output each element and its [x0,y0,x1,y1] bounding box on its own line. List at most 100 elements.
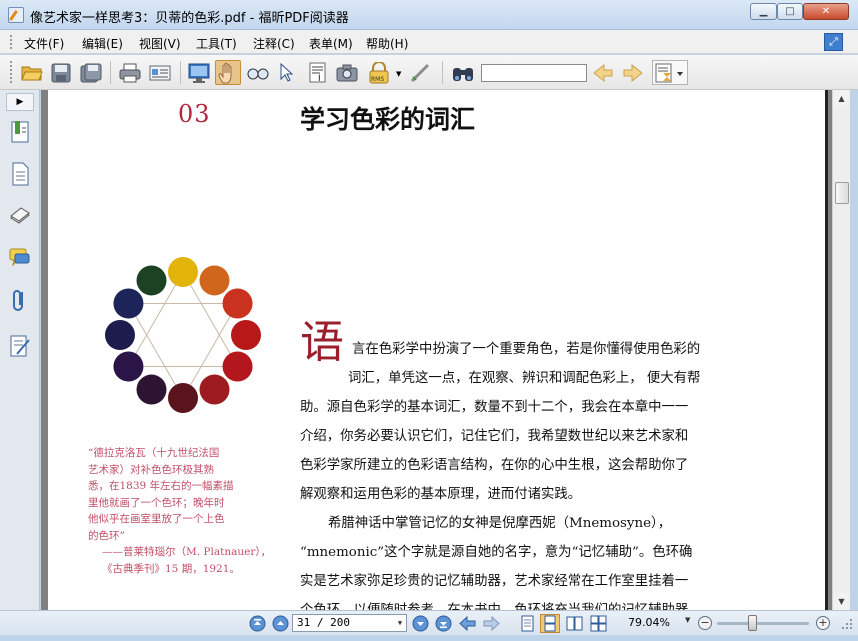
pages-icon[interactable] [9,162,33,188]
comments-icon[interactable] [9,246,33,272]
pdf-page: 03 学习色彩的词汇 “德拉克洛瓦（十九世纪法国 艺术家）对补色色环极其熟 悉，… [48,90,828,610]
facing-pages-icon[interactable] [566,615,583,632]
quote-line: 悉，在1839 年左右的一幅素描 [88,480,234,492]
toolbar: I RMS ▼ [0,55,858,90]
previous-page-icon[interactable] [272,615,289,632]
menu-bar: 文件(F) 编辑(E) 视图(V) 工具(T) 注释(C) 表单(M) 帮助(H… [0,30,858,54]
body-line: 词汇，单凭这一点，在观察、辨识和调配色彩上， 便大有帮 [348,371,701,386]
next-view-icon[interactable] [483,615,500,632]
continuous-page-icon[interactable] [540,614,560,633]
binoculars-search-icon[interactable] [450,60,476,85]
zoom-text-icon[interactable] [245,60,271,85]
quote-source: ——普莱特瑙尔（M. Platnauer）， [102,546,272,558]
color-wheel-swatch [222,351,253,382]
color-wheel-swatch [136,265,167,296]
scroll-thumb[interactable] [835,182,849,204]
navigation-panel: ▶ [0,90,40,610]
svg-text:I: I [318,74,321,84]
menu-view[interactable]: 视图(V) [139,35,181,52]
bookmarks-icon[interactable] [9,120,33,146]
drop-cap: 语 [300,317,344,368]
menu-tools[interactable]: 工具(T) [196,35,237,52]
first-page-icon[interactable] [249,615,266,632]
search-options-icon[interactable] [652,60,688,85]
minimize-button[interactable]: ▁ [750,3,777,20]
snapshot-icon[interactable] [334,60,360,85]
select-text-icon[interactable]: I [305,60,331,85]
zoom-dropdown-arrow[interactable]: ▼ [685,616,690,624]
color-wheel-swatch [231,320,261,350]
fit-window-icon[interactable]: ⤢ [824,33,843,51]
rms-dropdown-arrow[interactable]: ▼ [396,70,401,78]
hand-tool-icon[interactable] [215,60,241,85]
menu-edit[interactable]: 编辑(E) [82,35,123,52]
single-page-icon[interactable] [519,615,536,632]
quote-line: 他似乎在画室里放了一个上色 [88,513,225,525]
body-line: 解观察和运用色彩的基本原理，进而付诸实践。 [300,487,582,502]
quote-line: 的色环” [88,529,125,542]
window-title: 像艺术家一样思考3：贝蒂的色彩.pdf - 福昕PDF阅读器 [30,11,349,26]
quote-line: “德拉克洛瓦（十九世纪法国 [88,447,220,459]
color-wheel-swatch [105,320,135,350]
color-wheel-swatch [222,288,253,319]
zoom-level[interactable]: 79.04% [628,616,670,629]
search-input[interactable] [481,64,587,82]
zoom-slider-thumb[interactable] [748,615,757,631]
menu-form[interactable]: 表单(M) [309,35,353,52]
zoom-in-button[interactable]: + [816,616,830,630]
panel-toggle-button[interactable]: ▶ [6,93,34,111]
zoom-out-button[interactable]: − [698,616,712,630]
menu-file[interactable]: 文件(F) [24,35,64,52]
scroll-up-icon[interactable]: ▲ [833,90,850,107]
next-page-icon[interactable] [412,615,429,632]
title-bar: 像艺术家一样思考3：贝蒂的色彩.pdf - 福昕PDF阅读器 ▁ □ ✕ [0,0,858,30]
body-line: 希腊神话中掌管记忆的女神是倪摩西妮（Mnemosyne）， [328,516,672,531]
last-page-icon[interactable] [435,615,452,632]
find-next-icon[interactable] [620,60,646,85]
signatures-icon[interactable] [9,334,33,360]
status-bar: 31 / 200 ▼ 79.04% ▼ − + [0,610,858,635]
page-number-input[interactable]: 31 / 200 ▼ [292,614,407,632]
body-line: 言在色彩学中扮演了一个重要角色，若是你懂得使用色彩的 [352,342,701,357]
body-line: 个色环，以便随时参考。在本书中，色环将充当我们的记忆辅助器 [300,598,688,610]
quote-line: 艺术家）对补色色环极其熟 [88,463,214,476]
print-icon[interactable] [117,60,143,85]
resize-grip-icon[interactable] [840,617,854,631]
continuous-facing-icon[interactable] [590,615,607,632]
menu-grip [10,35,12,49]
menu-help[interactable]: 帮助(H) [366,35,408,52]
chapter-title: 学习色彩的词汇 [300,105,476,134]
full-screen-icon[interactable] [186,60,212,85]
zoom-slider-track[interactable] [717,622,809,625]
toolbar-separator [110,61,111,84]
sign-pen-icon[interactable] [407,60,433,85]
color-wheel-swatch [136,374,167,405]
attachments-icon[interactable] [9,288,33,314]
page-dropdown-arrow[interactable]: ▼ [394,615,406,631]
maximize-button[interactable]: □ [777,3,803,20]
document-viewport[interactable]: 03 学习色彩的词汇 “德拉克洛瓦（十九世纪法国 艺术家）对补色色环极其熟 悉，… [41,90,832,610]
toolbar-separator [442,61,443,84]
close-button[interactable]: ✕ [803,3,849,20]
color-wheel-swatch [168,257,198,287]
color-wheel [105,257,261,413]
color-wheel-swatch [199,265,230,296]
color-wheel-swatch [168,383,198,413]
scroll-down-icon[interactable]: ▼ [833,593,850,610]
color-wheel-swatch [113,351,144,382]
layers-icon[interactable] [9,204,33,230]
save-icon[interactable] [48,60,74,85]
save-as-icon[interactable] [78,60,104,85]
select-arrow-icon[interactable] [273,60,299,85]
menu-comment[interactable]: 注释(C) [253,35,295,52]
previous-view-icon[interactable] [459,615,476,632]
svg-text:RMS: RMS [371,76,384,83]
color-wheel-swatch [113,288,144,319]
vertical-scrollbar[interactable]: ▲ ▼ [832,90,850,610]
open-folder-icon[interactable] [19,60,45,85]
body-line: 助。源自色彩学的基本词汇，数量不到十二个，我会在本章中一一 [300,400,689,415]
properties-icon[interactable] [147,60,173,85]
find-previous-icon[interactable] [590,60,616,85]
quote-block: “德拉克洛瓦（十九世纪法国 艺术家）对补色色环极其熟 悉，在1839 年左右的一… [88,445,272,577]
rms-lock-icon[interactable]: RMS [366,60,392,85]
